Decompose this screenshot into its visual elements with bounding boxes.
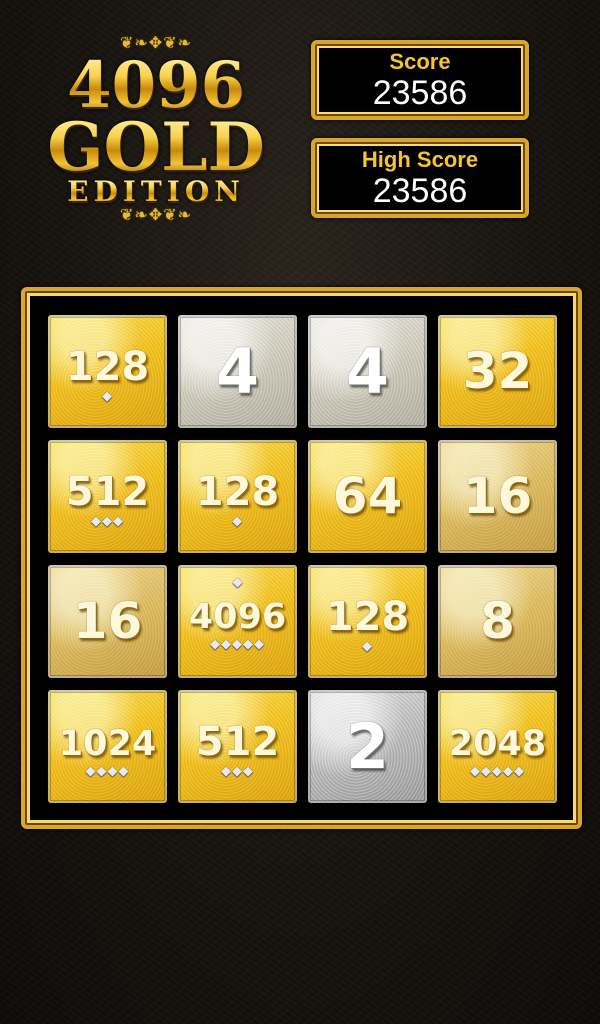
tile: 64 <box>308 440 427 553</box>
tile: 16 <box>438 440 557 553</box>
score-label: Score <box>389 49 451 74</box>
tile-value: 2 <box>345 710 390 783</box>
tile: 512 ◆◆◆ <box>178 690 297 803</box>
gem-icon: ◆◆◆◆ <box>85 763 130 778</box>
gem-icon: ◆◆◆◆◆ <box>210 636 265 651</box>
tile-value: 16 <box>72 592 143 650</box>
high-score-label: High Score <box>361 147 479 172</box>
tile: 4 <box>308 315 427 428</box>
tile-value: 32 <box>462 342 533 400</box>
tile: 4 <box>178 315 297 428</box>
tile-value: 4096 <box>188 597 287 637</box>
tile-value: 64 <box>332 467 403 525</box>
gem-icon: ◆ <box>232 574 243 589</box>
tile: 2048 ◆◆◆◆◆ <box>438 690 557 803</box>
score-panel: Score 23586 <box>311 40 529 120</box>
tile-value: 128 <box>195 469 280 515</box>
high-score-value: 23586 <box>372 172 468 210</box>
tile: 16 <box>48 565 167 678</box>
tile: 128 ◆ <box>178 440 297 553</box>
tile-value: 2048 <box>448 724 547 764</box>
tile-value: 128 <box>325 594 410 640</box>
tile: 128 ◆ <box>308 565 427 678</box>
tile: 128 ◆ <box>48 315 167 428</box>
game-logo: ❦❧✥❦❧ 4096 GOLD EDITION ❦❧✥❦❧ <box>36 34 276 274</box>
tile-value: 8 <box>480 592 515 650</box>
tile: 2 <box>308 690 427 803</box>
high-score-panel: High Score 23586 <box>311 138 529 218</box>
tile: 1024 ◆◆◆◆ <box>48 690 167 803</box>
logo-flourish-bottom: ❦❧✥❦❧ <box>119 205 193 224</box>
tile-value: 1024 <box>58 724 157 764</box>
score-value: 23586 <box>372 74 468 112</box>
tile: 8 <box>438 565 557 678</box>
tile-value: 512 <box>65 469 150 515</box>
tile: 512 ◆◆◆ <box>48 440 167 553</box>
logo-line-edition: EDITION <box>36 178 276 206</box>
tile-value: 4 <box>345 335 390 408</box>
tile: 32 <box>438 315 557 428</box>
tile: ◆ 4096 ◆◆◆◆◆ <box>178 565 297 678</box>
game-board[interactable]: 128 ◆ 4 4 32 512 ◆◆◆ 128 ◆ 64 16 16 ◆ 40… <box>21 287 582 829</box>
gem-icon: ◆◆◆◆◆ <box>470 763 525 778</box>
logo-line-gold: GOLD <box>36 114 276 180</box>
tile-value: 128 <box>65 344 150 390</box>
tile-value: 16 <box>462 467 533 525</box>
tile-value: 4 <box>215 335 260 408</box>
tile-value: 512 <box>195 719 280 765</box>
